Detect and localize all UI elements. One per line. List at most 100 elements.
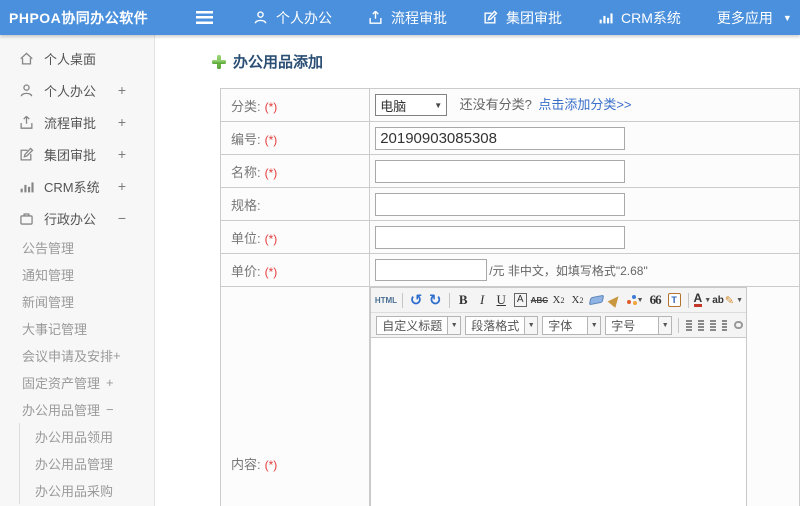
main-content: 办公用品添加 分类: (*) 电脑 ▼ 还没有分类? 点击添加分类>> 编号: …: [155, 35, 800, 506]
nav-more-apps[interactable]: 更多应用 ▼: [717, 8, 792, 28]
nav-label: 更多应用: [716, 9, 773, 26]
italic-button[interactable]: I: [475, 291, 490, 310]
caret-down-icon: ▼: [736, 296, 744, 304]
collapse-icon[interactable]: −: [106, 402, 114, 417]
sidebar-item-workflow-approval[interactable]: 流程审批 +: [0, 106, 154, 138]
name-input[interactable]: [375, 159, 626, 183]
workflow-icon: [368, 10, 383, 25]
expand-icon[interactable]: +: [118, 82, 126, 98]
blockquote-button[interactable]: 66: [648, 291, 663, 310]
quick-format-button[interactable]: ▼: [626, 291, 644, 310]
highlight-color-button[interactable]: ab ✎ ▼: [712, 291, 744, 310]
edit-icon: [483, 10, 498, 25]
strikethrough-button[interactable]: ABC: [531, 291, 548, 310]
redo-icon[interactable]: ↻: [428, 291, 443, 310]
sidebar-item-group-approval[interactable]: 集团审批 +: [0, 138, 154, 170]
app-logo: PHPOA协同办公软件: [9, 9, 149, 26]
subscript-button[interactable]: X2: [570, 291, 585, 310]
sidebar-subitem-fixed-assets[interactable]: 固定资产管理 +: [0, 369, 154, 396]
sidebar-subitem-news[interactable]: 新闻管理: [0, 288, 154, 315]
form-row-content: 内容: (*) HTML ↺ ↻ B I U A ABC X 2 X 2 ▼ 6…: [219, 286, 800, 506]
font-color-button[interactable]: A ▼: [693, 291, 711, 310]
supply-add-form: 分类: (*) 电脑 ▼ 还没有分类? 点击添加分类>> 编号: (*) 201…: [219, 88, 800, 506]
sidebar-item-personal-office[interactable]: 个人办公 +: [0, 74, 154, 106]
content-label: 内容:: [231, 456, 261, 472]
expand-icon[interactable]: +: [118, 146, 126, 162]
superscript-button[interactable]: X2: [551, 291, 566, 310]
category-select[interactable]: 电脑 ▼: [375, 94, 448, 116]
caret-down-icon: ▼: [447, 316, 461, 334]
pencil-icon: ✎: [724, 294, 735, 307]
chart-icon: [18, 179, 34, 194]
heading-style-dropdown[interactable]: 自定义标题 ▼: [376, 315, 462, 335]
paragraph-format-dropdown[interactable]: 段落格式 ▼: [465, 315, 539, 335]
nav-personal-office[interactable]: 个人办公: [253, 8, 332, 28]
toolbar-separator: [448, 292, 450, 308]
collapse-icon[interactable]: −: [118, 210, 126, 226]
expand-icon[interactable]: +: [113, 348, 121, 363]
caret-down-icon: ▼: [782, 12, 792, 23]
home-icon: [18, 51, 34, 66]
name-label: 名称:: [231, 164, 261, 180]
expand-icon[interactable]: +: [118, 114, 126, 130]
code-label: 编号:: [231, 131, 261, 147]
source-code-button[interactable]: HTML: [375, 291, 397, 310]
sidebar-subsubitem-supplies-purchase[interactable]: 办公用品采购: [20, 477, 154, 504]
caret-down-icon: ▼: [658, 316, 672, 334]
sidebar-subitem-announcements[interactable]: 公告管理: [0, 234, 154, 261]
form-row-price: 单价: (*) /元 非中文，如填写格式"2.68": [219, 253, 800, 287]
sidebar-item-admin-office[interactable]: 行政办公 −: [0, 202, 154, 234]
wand-icon: [626, 295, 637, 305]
align-left-icon[interactable]: [686, 319, 692, 331]
font-family-dropdown[interactable]: 字体 ▼: [542, 315, 602, 335]
editor-content-area[interactable]: [371, 338, 747, 506]
top-nav: 个人办公 流程审批 集团审批 CRM系统 更多应用 ▼: [253, 8, 792, 28]
required-mark: (*): [264, 165, 278, 180]
expand-icon[interactable]: +: [106, 375, 114, 390]
insert-link-icon[interactable]: [734, 321, 744, 329]
add-category-link[interactable]: 点击添加分类>>: [538, 97, 631, 112]
menu-toggle-icon[interactable]: [196, 11, 213, 24]
unit-input[interactable]: [375, 225, 626, 249]
sidebar-subitem-office-supplies[interactable]: 办公用品管理 −: [0, 396, 154, 423]
clean-button[interactable]: [608, 291, 623, 310]
expand-icon[interactable]: +: [118, 178, 126, 194]
toolbar-separator: [678, 317, 680, 333]
remove-format-button[interactable]: [588, 291, 605, 310]
code-input[interactable]: [375, 126, 626, 150]
nav-workflow-approval[interactable]: 流程审批: [368, 8, 447, 28]
user-icon: [18, 83, 34, 98]
align-right-icon[interactable]: [709, 319, 716, 331]
required-mark: (*): [264, 99, 278, 114]
sidebar-subitem-memorabilia[interactable]: 大事记管理: [0, 315, 154, 342]
editor-toolbar-row2: 自定义标题 ▼ 段落格式 ▼ 字体 ▼ 字号 ▼: [371, 313, 747, 338]
nav-group-approval[interactable]: 集团审批: [483, 8, 562, 28]
form-row-category: 分类: (*) 电脑 ▼ 还没有分类? 点击添加分类>>: [219, 88, 800, 122]
underline-button[interactable]: U: [494, 291, 509, 310]
align-center-icon[interactable]: [697, 319, 704, 331]
form-row-unit: 单位: (*): [219, 220, 800, 254]
briefcase-icon: [18, 211, 34, 226]
paste-button[interactable]: T: [667, 291, 682, 310]
font-style-button[interactable]: A: [513, 293, 527, 307]
toolbar-separator: [401, 292, 403, 308]
undo-icon[interactable]: ↺: [409, 291, 424, 310]
sidebar-subitem-notices[interactable]: 通知管理: [0, 261, 154, 288]
sidebar-item-crm-system[interactable]: CRM系统 +: [0, 170, 154, 202]
page-title: 办公用品添加: [212, 51, 323, 72]
sidebar-subitem-meetings[interactable]: 会议申请及安排 +: [0, 342, 154, 369]
rich-text-editor: HTML ↺ ↻ B I U A ABC X2 X2 ▼ 66 T A ▼ ab…: [370, 287, 748, 506]
font-size-dropdown[interactable]: 字号 ▼: [605, 315, 673, 335]
eraser-icon: [588, 294, 605, 306]
page-title-text: 办公用品添加: [233, 54, 324, 71]
sidebar-subsubitem-supplies-manage[interactable]: 办公用品管理: [20, 450, 154, 477]
sidebar-item-personal-desktop[interactable]: 个人桌面: [0, 42, 154, 74]
align-justify-icon[interactable]: [721, 319, 728, 331]
caret-down-icon: ▼: [587, 316, 601, 334]
price-input[interactable]: [375, 259, 488, 281]
nav-crm-system[interactable]: CRM系统: [598, 8, 681, 28]
spec-input[interactable]: [375, 192, 626, 216]
sidebar-subsubitem-supplies-claim[interactable]: 办公用品领用: [20, 423, 154, 450]
price-label: 单价:: [231, 263, 261, 279]
bold-button[interactable]: B: [456, 291, 471, 310]
